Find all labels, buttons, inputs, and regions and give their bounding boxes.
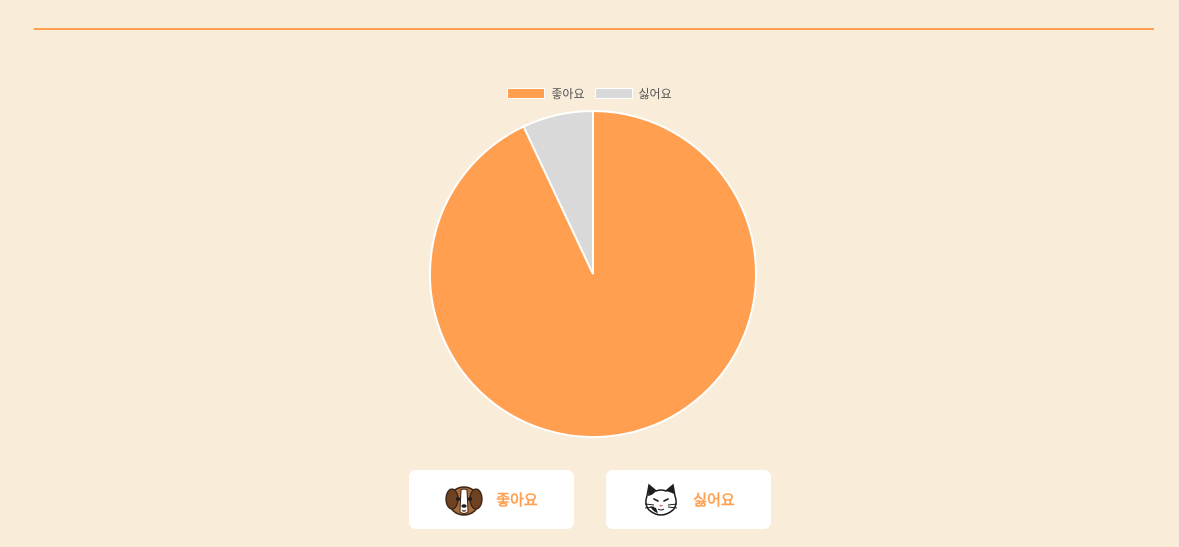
- legend-item-dislike[interactable]: 싫어요: [594, 85, 672, 102]
- pie-chart: [429, 109, 757, 438]
- legend-item-like[interactable]: 좋아요: [507, 85, 585, 102]
- legend-label-dislike: 싫어요: [638, 87, 672, 101]
- legend-swatch-dislike: [594, 88, 633, 99]
- like-button[interactable]: 좋아요: [408, 470, 574, 529]
- cat-face-icon: [645, 483, 678, 516]
- dog-face-icon: [445, 485, 483, 516]
- like-button-label: 좋아요: [496, 491, 538, 509]
- legend-label-like: 좋아요: [551, 87, 585, 101]
- top-divider: [34, 28, 1154, 30]
- vote-buttons: 좋아요 싫어요: [0, 470, 1179, 529]
- legend-swatch-like: [507, 88, 546, 99]
- chart-legend: 좋아요 싫어요: [0, 85, 1179, 102]
- dislike-button[interactable]: 싫어요: [605, 470, 771, 529]
- dislike-button-label: 싫어요: [693, 491, 735, 509]
